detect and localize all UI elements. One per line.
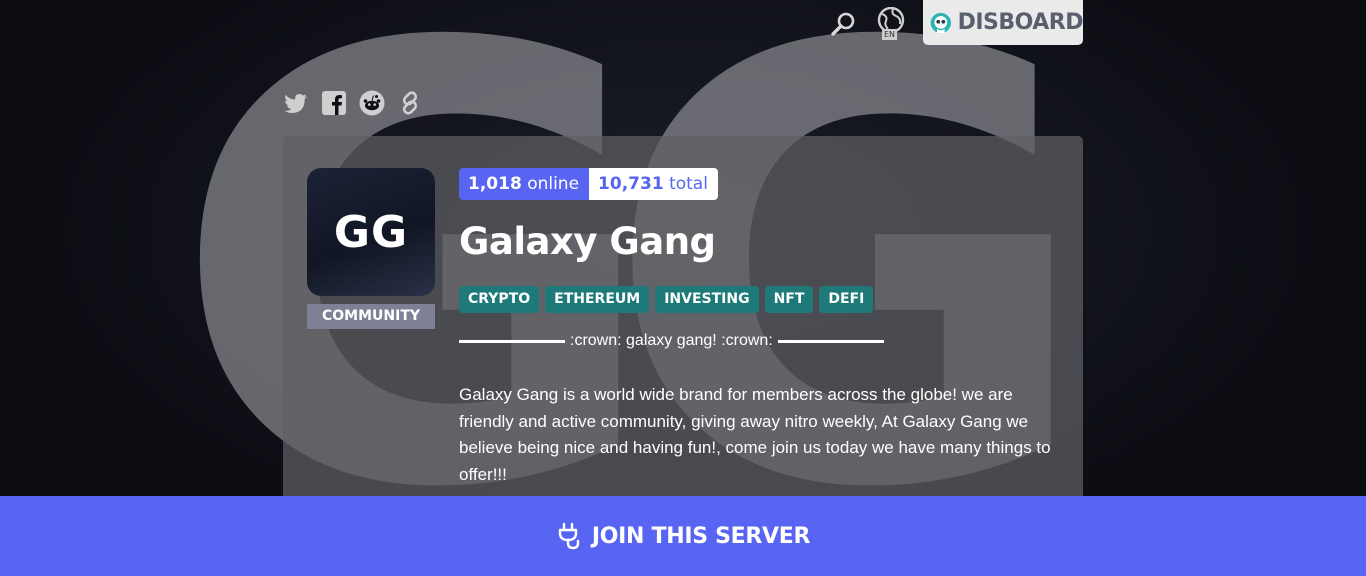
server-tags: CRYPTO ETHEREUM INVESTING NFT DEFI	[459, 286, 874, 313]
tag[interactable]: CRYPTO	[459, 286, 540, 313]
divider	[459, 339, 565, 343]
link-icon[interactable]	[397, 90, 423, 116]
brand-name: DISBOARD	[957, 10, 1084, 35]
join-server-label: JOIN THIS SERVER	[591, 523, 811, 549]
language-button[interactable]: EN	[876, 6, 906, 41]
server-name: Galaxy Gang	[459, 220, 716, 263]
server-card: GG COMMUNITY 1,018 online 10,731 total G…	[283, 136, 1083, 516]
top-bar: EN DISBOARD	[0, 0, 1366, 48]
server-description: Galaxy Gang is a world wide brand for me…	[459, 385, 1051, 484]
language-code: EN	[882, 29, 898, 40]
twitter-icon[interactable]	[283, 90, 309, 116]
divider	[777, 339, 884, 343]
server-icon-text: GG	[333, 206, 409, 258]
server-category[interactable]: COMMUNITY	[307, 304, 435, 329]
tag[interactable]: ETHEREUM	[545, 286, 650, 313]
facebook-icon[interactable]	[321, 90, 347, 116]
server-icon: GG	[307, 168, 435, 296]
disboard-logo-link[interactable]: DISBOARD	[923, 0, 1084, 45]
plug-icon	[558, 522, 580, 550]
tag[interactable]: NFT	[764, 286, 814, 313]
server-tagline: :crown: galaxy gang! :crown:	[459, 332, 884, 350]
tagline-text: :crown: galaxy gang! :crown:	[570, 332, 773, 349]
share-icons	[283, 90, 423, 116]
tag[interactable]: DEFI	[819, 286, 874, 313]
reddit-icon[interactable]	[359, 90, 385, 116]
search-icon[interactable]	[830, 10, 858, 38]
join-server-button[interactable]: JOIN THIS SERVER	[0, 496, 1366, 576]
online-count: 1,018 online	[459, 168, 590, 200]
tag[interactable]: INVESTING	[655, 286, 759, 313]
member-counts: 1,018 online 10,731 total	[459, 168, 718, 200]
disboard-mascot-icon	[930, 12, 951, 33]
total-count: 10,731 total	[589, 168, 718, 200]
